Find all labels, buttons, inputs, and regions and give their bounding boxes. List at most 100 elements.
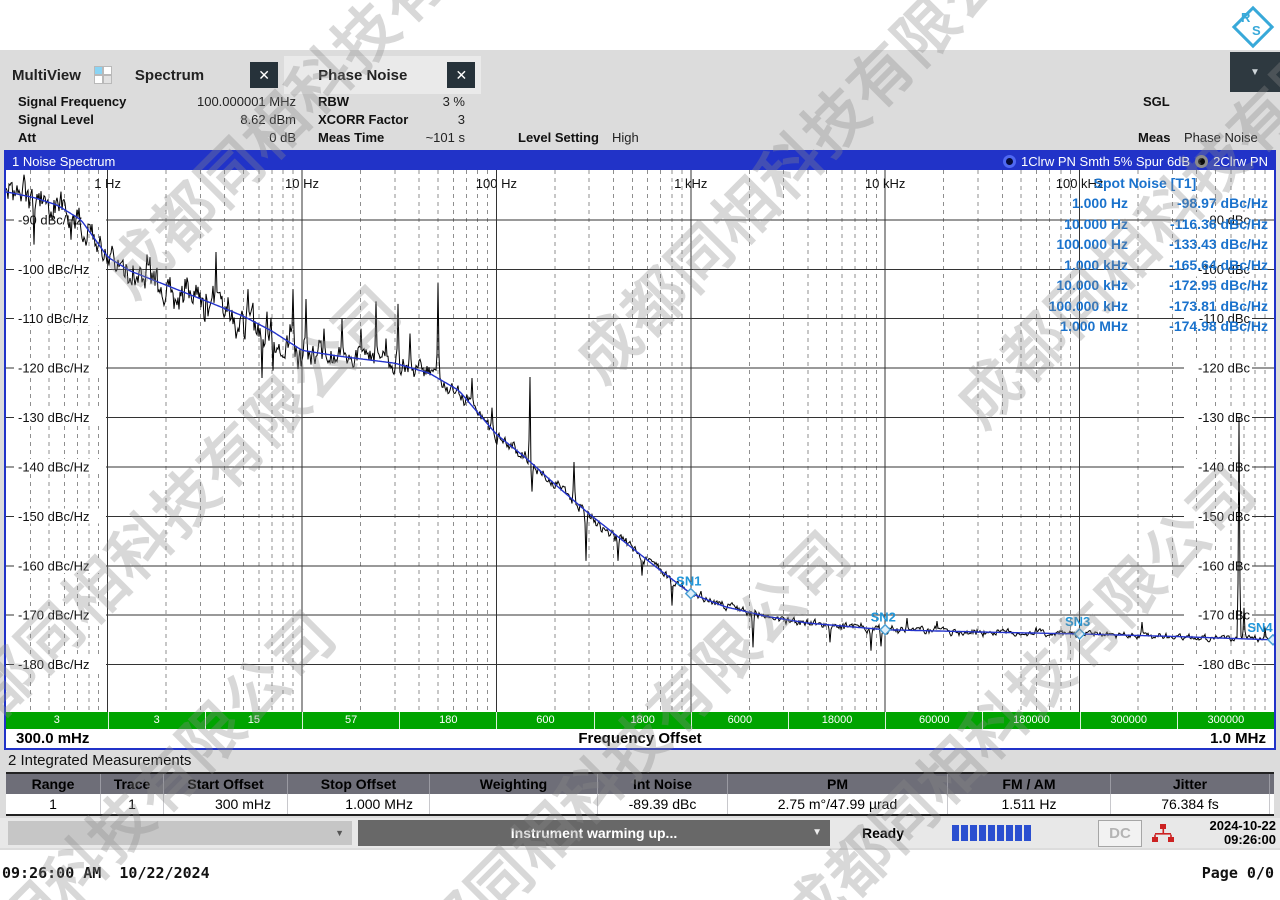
trace2-legend-label: 2Clrw PN (1213, 154, 1268, 169)
im-header-cell: PM (728, 774, 948, 794)
svg-text:SN2: SN2 (871, 610, 896, 625)
svg-text:-140 dBc/Hz: -140 dBc/Hz (18, 459, 90, 474)
progress-block (997, 825, 1004, 841)
svg-text:-140 dBc: -140 dBc (1198, 459, 1251, 474)
svg-text:SN3: SN3 (1065, 614, 1090, 629)
svg-text:-170 dBc: -170 dBc (1198, 608, 1251, 623)
svg-text:-180 dBc: -180 dBc (1198, 657, 1251, 672)
x-axis-footer: 300.0 mHz Frequency Offset 1.0 MHz (6, 729, 1274, 748)
im-cell: 76.384 fs (1111, 794, 1270, 814)
network-status-icon (1152, 823, 1174, 848)
im-header-cell: Start Offset (164, 774, 288, 794)
progress-block (988, 825, 995, 841)
svg-text:-90 dBc: -90 dBc (1205, 212, 1250, 227)
progress-block (970, 825, 977, 841)
svg-text:-160 dBc: -160 dBc (1198, 558, 1251, 573)
window-title: 1 Noise Spectrum (6, 154, 115, 169)
subscan-segment: 18000 (788, 712, 885, 729)
multiview-grid-icon (95, 67, 111, 83)
ready-indicator: Ready (862, 818, 904, 848)
svg-text:100 Hz: 100 Hz (476, 176, 517, 191)
noise-spectrum-window: 1 Noise Spectrum 1Clrw PN Smth 5% Spur 6… (4, 150, 1276, 750)
trace-legend: 1Clrw PN Smth 5% Spur 6dB 2Clrw PN (1003, 154, 1274, 169)
im-header-cell: Trace (101, 774, 164, 794)
svg-text:-130 dBc: -130 dBc (1198, 410, 1251, 425)
signal-level-label: Signal Level (18, 112, 94, 127)
im-header-cell: Jitter (1111, 774, 1270, 794)
print-timestamp: 09:26:00 AM 10/22/2024 (2, 864, 210, 882)
subscan-segment: 60000 (885, 712, 982, 729)
close-phase-noise-tab-icon[interactable]: ✕ (447, 62, 475, 88)
progress-block (961, 825, 968, 841)
signal-frequency-value: 100.000001 MHz (160, 94, 296, 109)
trace1-legend-icon (1003, 155, 1016, 168)
im-cell: 1 (6, 794, 101, 814)
subscan-segment: 3 (108, 712, 205, 729)
meas-time-value: ~101 s (360, 130, 465, 145)
status-message[interactable]: Instrument warming up... ▼ (358, 820, 830, 846)
subscan-segment: 180000 (982, 712, 1079, 729)
integrated-measurements-title: 2 Integrated Measurements (8, 752, 191, 769)
subscan-segment: 15 (205, 712, 302, 729)
status-message-text: Instrument warming up... (511, 825, 677, 841)
chevron-down-icon: ▼ (812, 820, 822, 846)
svg-text:-110 dBc/Hz: -110 dBc/Hz (18, 311, 89, 326)
top-white-band: R S (0, 0, 1280, 50)
rs-logo-letter-s: S (1252, 23, 1261, 38)
tab-multiview[interactable]: MultiView (12, 67, 81, 84)
subscan-segment: 300000 (1080, 712, 1177, 729)
im-cell: 1 (101, 794, 164, 814)
trace2-legend-icon (1195, 155, 1208, 168)
rbw-label: RBW (318, 94, 349, 109)
im-header-cell: Stop Offset (288, 774, 430, 794)
im-cell: 1.000 MHz (288, 794, 430, 814)
svg-text:10 Hz: 10 Hz (285, 176, 319, 191)
svg-text:-180 dBc/Hz: -180 dBc/Hz (18, 657, 90, 672)
tab-phase-noise[interactable]: Phase Noise ✕ (284, 56, 481, 94)
status-dropdown[interactable]: ▼ (8, 821, 352, 845)
sgl-indicator: SGL (1143, 94, 1170, 109)
subscan-status-bar: 3315571806001800600018000600001800003000… (6, 712, 1274, 729)
close-spectrum-tab-icon[interactable]: ✕ (250, 62, 278, 88)
noise-spectrum-titlebar[interactable]: 1 Noise Spectrum 1Clrw PN Smth 5% Spur 6… (6, 152, 1274, 170)
svg-text:100 kHz: 100 kHz (1056, 176, 1104, 191)
level-setting-label: Level Setting (518, 130, 599, 145)
subscan-segment: 180 (399, 712, 496, 729)
progress-indicator (952, 825, 1031, 841)
subscan-segment: 300000 (1177, 712, 1274, 729)
svg-text:-160 dBc/Hz: -160 dBc/Hz (18, 558, 90, 573)
screen: R S ▼ MultiView Spectrum ✕ Phase Noise ✕… (0, 0, 1280, 900)
im-header-cell: Weighting (430, 774, 598, 794)
att-label: Att (18, 130, 36, 145)
im-header-row: RangeTraceStart OffsetStop OffsetWeighti… (6, 774, 1274, 794)
signal-frequency-label: Signal Frequency (18, 94, 126, 109)
svg-text:-170 dBc/Hz: -170 dBc/Hz (18, 608, 90, 623)
svg-text:SN4: SN4 (1247, 620, 1273, 635)
svg-text:SN1: SN1 (676, 574, 701, 589)
x-axis-title: Frequency Offset (6, 730, 1274, 747)
svg-text:-150 dBc: -150 dBc (1198, 509, 1251, 524)
svg-text:-120 dBc/Hz: -120 dBc/Hz (18, 361, 90, 376)
noise-spectrum-plot[interactable]: -90 dBc/Hz-90 dBc-100 dBc/Hz-100 dBc-110… (6, 170, 1274, 712)
im-header-cell: Range (6, 774, 101, 794)
rs-logo-icon: R S (1232, 6, 1270, 44)
level-setting-value: High (612, 130, 672, 145)
chevron-down-icon: ▼ (335, 828, 344, 838)
dc-coupling-button[interactable]: DC (1098, 820, 1142, 847)
svg-text:-100 dBc: -100 dBc (1198, 262, 1251, 277)
im-cell: -89.39 dBc (598, 794, 728, 814)
meas-value: Phase Noise (1184, 130, 1276, 145)
svg-text:-100 dBc/Hz: -100 dBc/Hz (18, 262, 90, 277)
svg-text:-110 dBc: -110 dBc (1199, 311, 1251, 326)
svg-text:10 kHz: 10 kHz (865, 176, 905, 191)
svg-text:1 kHz: 1 kHz (674, 176, 707, 191)
tab-spectrum[interactable]: Spectrum (135, 67, 204, 84)
im-header-cell: FM / AM (948, 774, 1111, 794)
status-time: 09:26:00 (1210, 833, 1277, 847)
subscan-segment: 1800 (594, 712, 691, 729)
meas-label: Meas (1138, 130, 1171, 145)
im-cell: 300 mHz (164, 794, 288, 814)
tab-bar: MultiView Spectrum ✕ Phase Noise ✕ (0, 56, 1230, 94)
sidebar-toggle-button[interactable]: ▼ (1230, 52, 1280, 92)
svg-text:-130 dBc/Hz: -130 dBc/Hz (18, 410, 90, 425)
